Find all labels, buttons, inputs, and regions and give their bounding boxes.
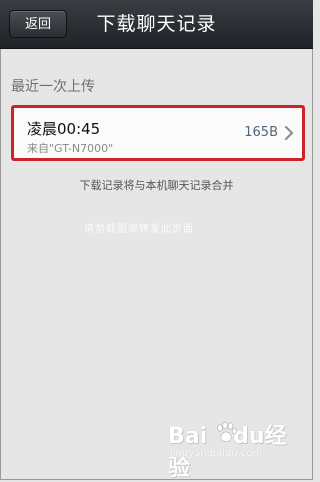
- chevron-right-icon: [284, 125, 294, 141]
- upload-source: 来自"GT-N7000": [27, 142, 114, 155]
- upload-record-item[interactable]: 凌晨00:45 来自"GT-N7000" 165B: [11, 105, 305, 161]
- merge-note: 下载记录将与本机聊天记录合并: [79, 179, 234, 192]
- page-title: 下载聊天记录: [96, 13, 217, 35]
- navigation-bar: 返回 下载聊天记录: [0, 0, 313, 49]
- baidu-brand-left: Bai: [168, 424, 208, 449]
- screen-frame: [0, 0, 313, 480]
- upload-time: 凌晨00:45: [27, 120, 101, 138]
- baidu-watermark: Bai du经验 jingyan.baidu.com: [168, 418, 304, 481]
- baidu-url: jingyan.baidu.com: [170, 448, 263, 459]
- upload-size: 165B: [244, 125, 278, 140]
- paw-icon: [217, 421, 238, 443]
- faint-watermark-text: 请勿截图或转发此页面: [84, 224, 194, 235]
- section-label: 最近一次上传: [11, 79, 95, 95]
